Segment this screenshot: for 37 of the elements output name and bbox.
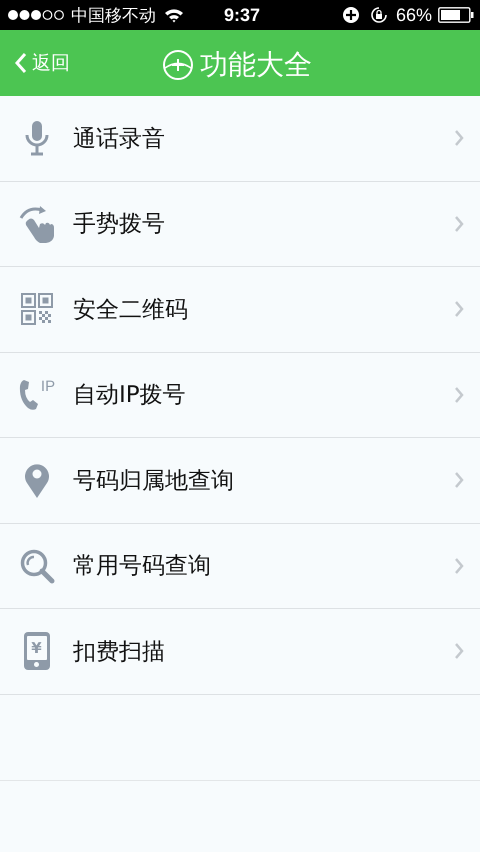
feature-list-item[interactable]: 通话录音 [0,96,480,182]
microphone-icon [24,120,50,156]
chevron-right-icon [454,471,464,490]
clock-time: 9:37 [224,4,260,26]
battery-icon [438,7,474,23]
feature-label: 安全二维码 [73,296,189,325]
page-title: 功能大全 [200,47,312,83]
feature-label: 自动IP拨号 [73,381,187,410]
plus-circle-icon [162,49,194,81]
chevron-right-icon [454,642,464,660]
sync-icon [342,6,360,24]
rotation-lock-icon [370,6,388,24]
back-chevron-icon [14,52,28,74]
signal-icon [7,9,65,21]
chevron-right-icon [454,129,464,148]
qr-code-icon [20,293,52,326]
feature-list-item[interactable]: 手势拨号 [0,182,480,267]
phone-payment-icon: ¥ [24,632,50,670]
feature-list-item[interactable]: 号码归属地查询 [0,438,480,524]
feature-label: 常用号码查询 [73,552,212,582]
search-icon [18,548,54,584]
chevron-right-icon [454,386,464,404]
chevron-right-icon [454,214,464,233]
feature-label: 通话录音 [73,124,166,154]
chevron-right-icon [454,556,464,575]
feature-label: 号码归属地查询 [73,466,235,496]
swipe-hand-icon [18,204,56,244]
battery-percent: 66% [396,4,432,26]
wifi-icon [164,8,184,22]
feature-list-item[interactable]: 安全二维码 [0,267,480,352]
feature-list-item[interactable]: IP 自动IP拨号 [0,352,480,438]
feature-label: 手势拨号 [73,210,166,240]
chevron-right-icon [454,300,464,318]
feature-list-item[interactable]: ¥ 扣费扫描 [0,609,480,694]
carrier-name: 中国移不动 [71,4,156,26]
feature-label: 扣费扫描 [73,638,166,667]
feature-list-item[interactable]: 常用号码查询 [0,524,480,609]
